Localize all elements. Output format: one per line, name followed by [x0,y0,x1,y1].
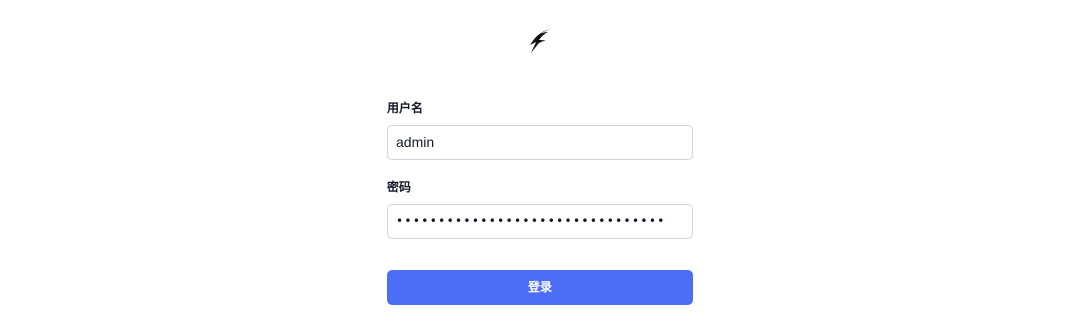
password-input[interactable]: •••••••••••••••••••••••••••••••• [387,204,693,239]
username-input[interactable]: admin [387,125,693,160]
username-label: 用户名 [387,101,424,115]
password-label: 密码 [387,180,412,194]
login-form: 用户名 admin 密码 •••••••••••••••••••••••••••… [387,98,693,305]
bird-logo-icon [527,27,553,55]
login-button[interactable]: 登录 [387,270,693,305]
